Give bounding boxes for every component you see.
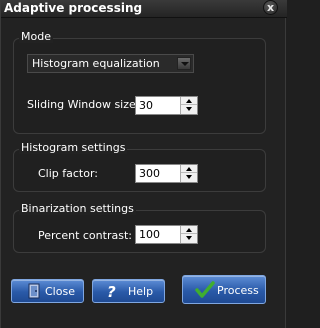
close-window-icon[interactable]: x <box>263 0 278 15</box>
spin-up-icon[interactable] <box>181 226 197 234</box>
mode-group-label: Mode <box>19 30 53 43</box>
spin-up-icon[interactable] <box>181 165 197 173</box>
help-button[interactable]: ? Help <box>92 279 165 303</box>
window-size-spinbox[interactable]: 30 <box>135 96 198 115</box>
help-icon: ? <box>105 283 123 302</box>
clip-factor-label: Clip factor: <box>38 167 99 180</box>
percent-contrast-stepper <box>180 226 197 243</box>
clip-factor-spinbox[interactable]: 300 <box>135 164 198 183</box>
spin-up-icon[interactable] <box>181 97 197 105</box>
spin-down-icon[interactable] <box>181 234 197 242</box>
window-size-label: Sliding Window size: <box>27 98 140 111</box>
window-title: Adaptive processing <box>4 1 143 15</box>
close-button[interactable]: Close <box>11 279 84 303</box>
clip-factor-stepper <box>180 165 197 182</box>
adaptive-processing-dialog: Adaptive processing x Mode Histogram equ… <box>0 0 287 328</box>
title-bar: Adaptive processing x <box>1 0 287 18</box>
percent-contrast-label: Percent contrast: <box>38 229 132 242</box>
door-icon <box>28 283 40 302</box>
spin-down-icon[interactable] <box>181 105 197 113</box>
binarization-group-label: Binarization settings <box>19 202 136 215</box>
svg-text:?: ? <box>107 283 116 299</box>
checkmark-icon <box>195 281 215 302</box>
process-button-label: Process <box>217 284 259 297</box>
spin-down-icon[interactable] <box>181 173 197 181</box>
mode-select[interactable]: Histogram equalization <box>27 54 194 73</box>
chevron-down-icon[interactable] <box>177 57 191 70</box>
percent-contrast-spinbox[interactable]: 100 <box>135 225 198 244</box>
window-size-stepper <box>180 97 197 114</box>
close-button-label: Close <box>45 285 75 298</box>
mode-select-value: Histogram equalization <box>32 57 160 70</box>
process-button[interactable]: Process <box>182 275 266 304</box>
percent-contrast-value[interactable]: 100 <box>139 228 160 241</box>
histogram-group-label: Histogram settings <box>19 141 128 154</box>
clip-factor-value[interactable]: 300 <box>139 167 160 180</box>
help-button-label: Help <box>128 285 154 298</box>
window-size-value[interactable]: 30 <box>139 99 153 112</box>
mode-group <box>13 38 266 134</box>
